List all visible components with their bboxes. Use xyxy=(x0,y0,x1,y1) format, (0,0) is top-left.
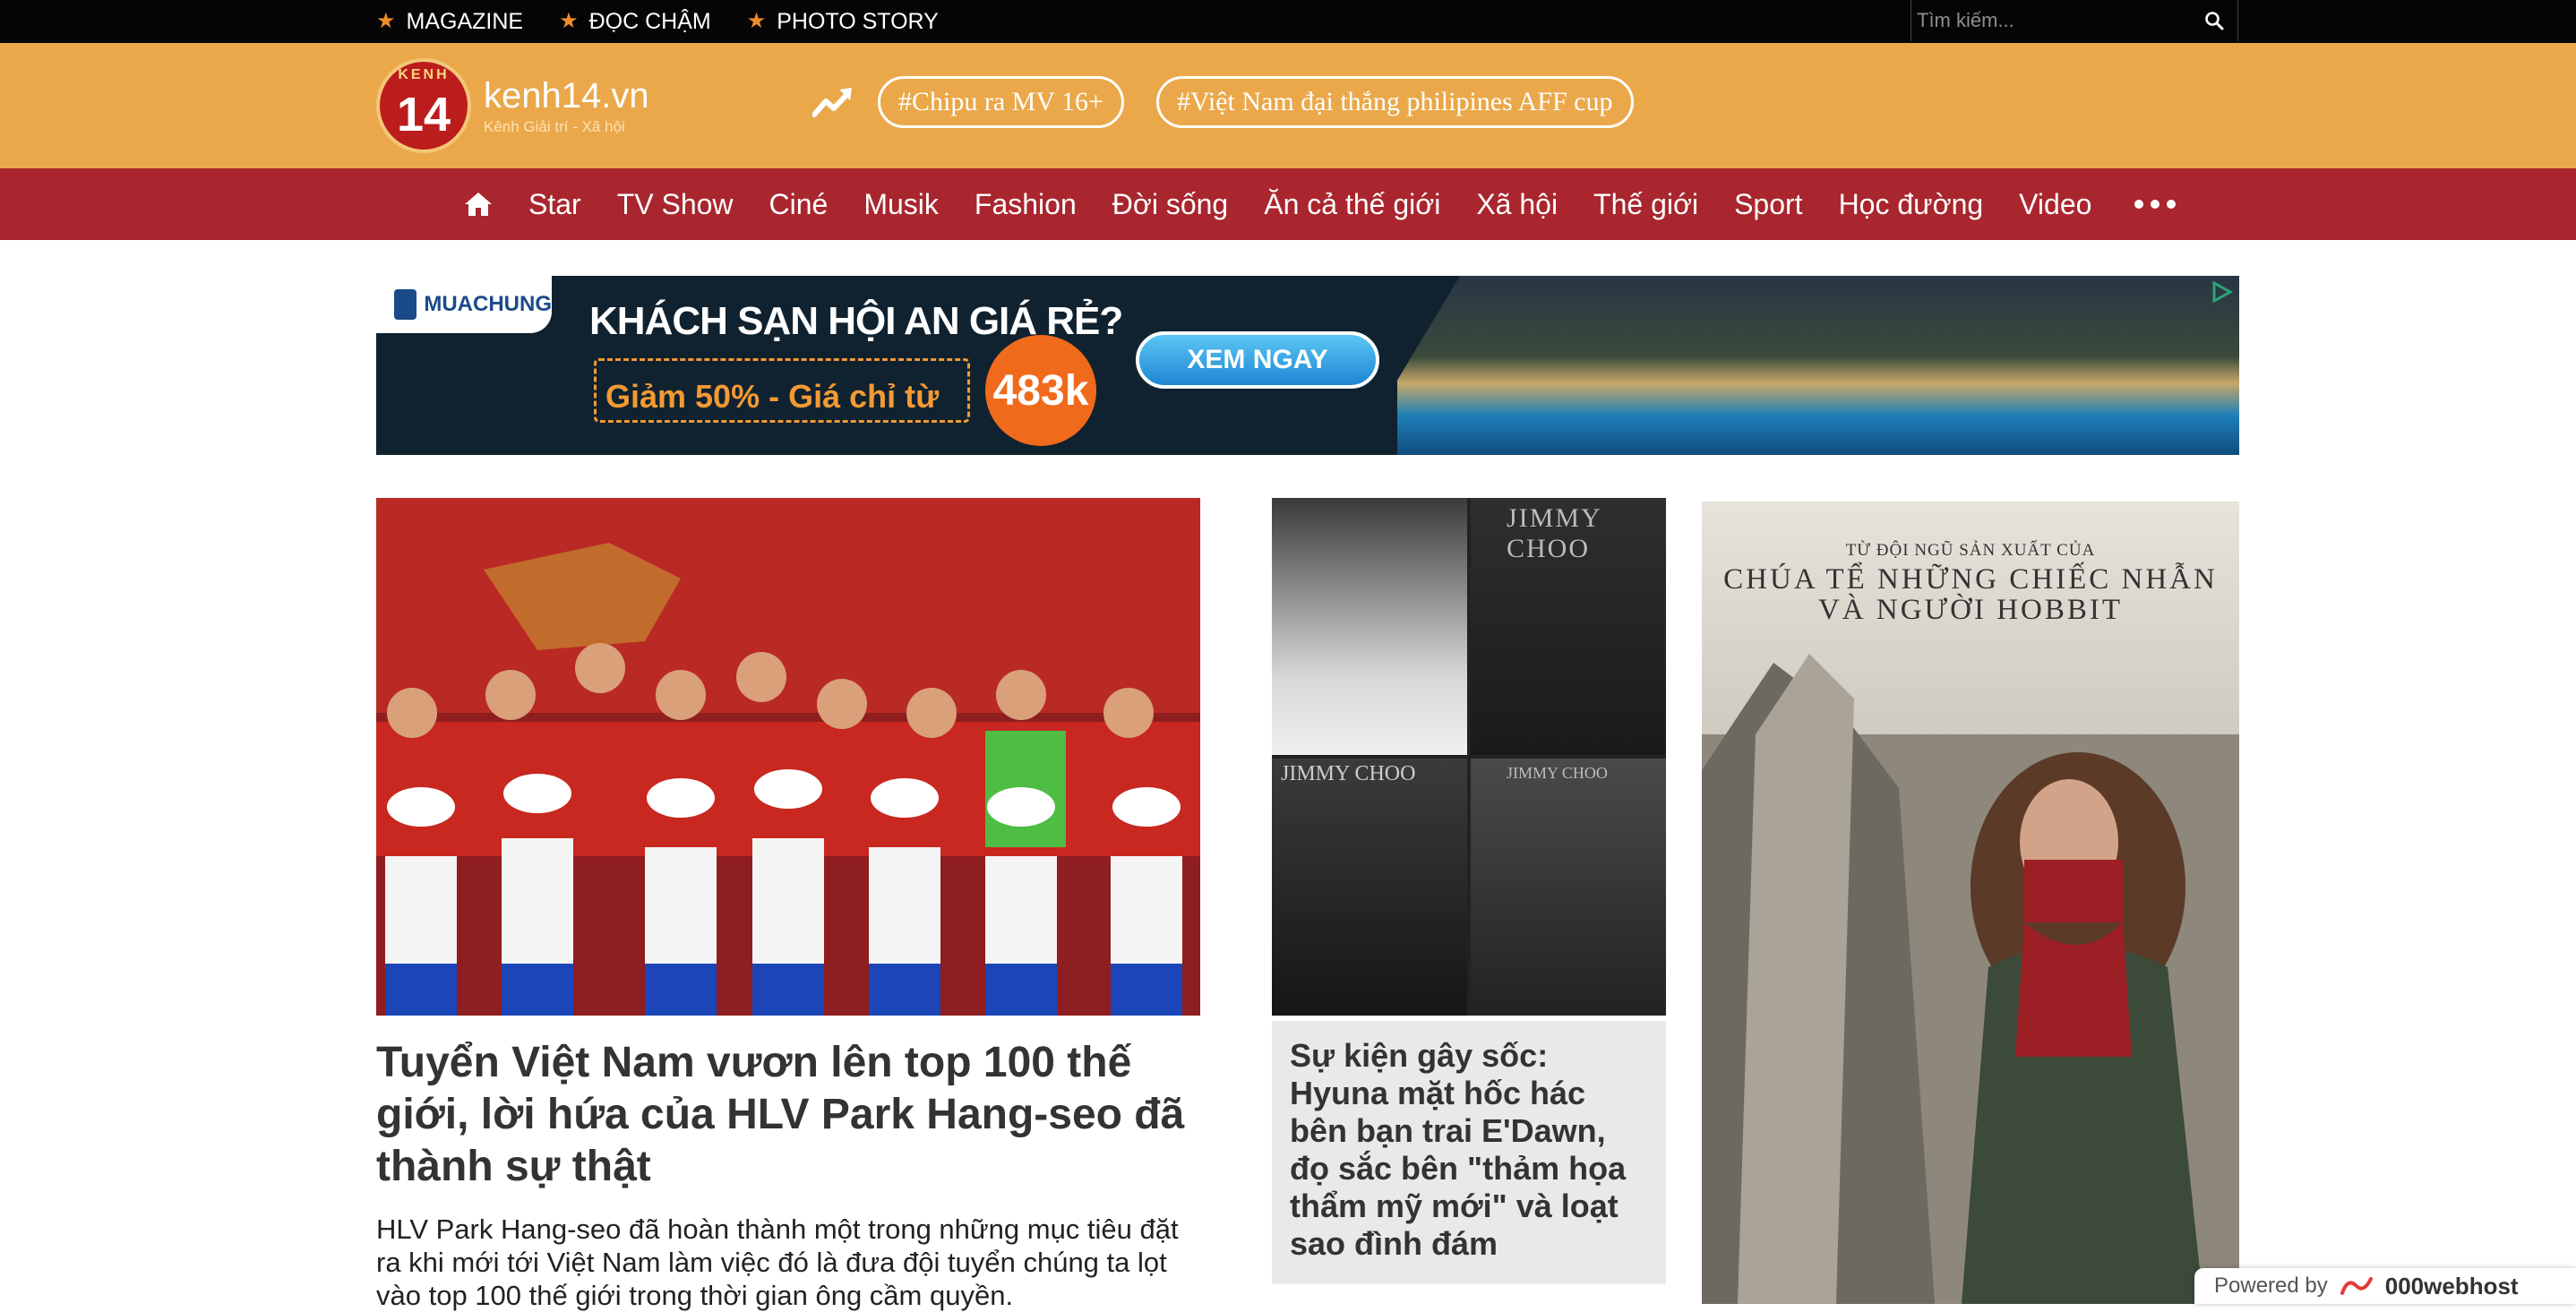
team-photo xyxy=(376,498,1200,1016)
poster-movie-line2: VÀ NGƯỜI HOBBIT xyxy=(1817,594,2124,626)
search-box xyxy=(1911,0,2238,41)
nav-item-hoc-duong[interactable]: Học đường xyxy=(1839,188,1984,221)
poster-movie-title: CHÚA TỂ NHỮNG CHIẾC NHẪN VÀ NGƯỜI HOBBIT xyxy=(1702,564,2239,625)
search-input[interactable] xyxy=(1911,8,2187,33)
nav-item-tv-show[interactable]: TV Show xyxy=(617,188,734,221)
ad-brand-box: MUACHUNG xyxy=(376,276,552,333)
trending-icon xyxy=(812,88,852,117)
top-link-photo-story[interactable]: ★ PHOTO STORY xyxy=(747,9,939,35)
ad-cta-button[interactable]: XEM NGAY xyxy=(1136,331,1379,389)
side-story-image[interactable]: JIMMY CHOO JIMMY CHOO JIMMY CHOO xyxy=(1272,498,1666,1016)
nav-item-xa-hoi[interactable]: Xã hội xyxy=(1476,188,1558,221)
logo-badge: KENH 14 xyxy=(376,58,471,153)
nav-item-star[interactable]: Star xyxy=(528,188,581,221)
more-icon[interactable] xyxy=(2134,200,2177,209)
top-link-label: ĐỌC CHẬM xyxy=(588,8,711,34)
star-icon: ★ xyxy=(376,9,396,33)
hotel-pool-photo xyxy=(1397,276,2239,455)
logo-badge-number: 14 xyxy=(396,88,451,141)
nav-item-an-ca-the-gioi[interactable]: Ăn cả thế giới xyxy=(1264,188,1440,221)
main-story-image[interactable] xyxy=(376,498,1200,1016)
nav-item-musik[interactable]: Musik xyxy=(863,188,939,221)
top-links: ★ MAGAZINE ★ ĐỌC CHẬM ★ PHOTO STORY xyxy=(376,0,939,43)
adchoices-icon[interactable] xyxy=(2209,279,2234,304)
powered-by-badge[interactable]: Powered by 000webhost xyxy=(2194,1268,2576,1304)
nav-item-doi-song[interactable]: Đời sống xyxy=(1112,188,1228,221)
trending-tag-chipu[interactable]: #Chipu ra MV 16+ xyxy=(878,76,1124,128)
side-story-caption[interactable]: Sự kiện gây sốc: Hyuna mặt hốc hác bên b… xyxy=(1272,1021,1666,1284)
top-bar: ★ MAGAZINE ★ ĐỌC CHẬM ★ PHOTO STORY xyxy=(0,0,2576,43)
photo-backdrop-text: JIMMY CHOO xyxy=(1281,762,1416,785)
host-name: 000webhost xyxy=(2384,1272,2519,1299)
photo-quad: JIMMY CHOO xyxy=(1272,759,1467,1016)
side-story-title: Sự kiện gây sốc: Hyuna mặt hốc hác bên b… xyxy=(1290,1037,1627,1262)
photo-backdrop-text: JIMMY CHOO xyxy=(1507,503,1601,563)
search-icon[interactable] xyxy=(2203,10,2225,31)
movie-poster-ad[interactable]: TỪ ĐỘI NGŨ SẢN XUẤT CỦA CHÚA TỂ NHỮNG CH… xyxy=(1702,502,2239,1304)
star-icon: ★ xyxy=(559,9,579,33)
ad-price-badge: 483k xyxy=(985,335,1096,446)
nav-items: Star TV Show Ciné Musik Fashion Đời sống… xyxy=(528,168,2177,240)
photo-backdrop-text: JIMMY CHOO xyxy=(1507,764,1608,782)
poster-tagline: TỪ ĐỘI NGŨ SẢN XUẤT CỦA xyxy=(1845,541,2096,560)
photo-quad: JIMMY CHOO xyxy=(1471,759,1666,1016)
nav-item-the-gioi[interactable]: Thế giới xyxy=(1593,188,1698,221)
logo-tagline: Kênh Giải trí - Xã hội xyxy=(484,117,625,135)
photo-quad: JIMMY CHOO xyxy=(1471,498,1666,755)
top-link-label: PHOTO STORY xyxy=(777,8,939,34)
nav-item-fashion[interactable]: Fashion xyxy=(975,188,1077,221)
top-link-magazine[interactable]: ★ MAGAZINE xyxy=(376,9,523,35)
top-link-doc-cham[interactable]: ★ ĐỌC CHẬM xyxy=(559,9,711,35)
star-icon: ★ xyxy=(746,9,767,33)
poster-movie-line1: CHÚA TỂ NHỮNG CHIẾC NHẪN xyxy=(1723,563,2218,596)
nav-item-sport[interactable]: Sport xyxy=(1734,188,1802,221)
photo-quad xyxy=(1272,498,1467,755)
ad-banner[interactable]: MUACHUNG KHÁCH SẠN HỘI AN GIÁ RẺ? Giảm 5… xyxy=(376,276,2239,455)
ad-promo-text: Giảm 50% - Giá chỉ từ xyxy=(605,378,940,415)
trending-tag-aff-cup[interactable]: #Việt Nam đại thắng philipines AFF cup xyxy=(1156,76,1634,128)
main-story-summary: HLV Park Hang-seo đã hoàn thành một tron… xyxy=(376,1213,1179,1311)
site-logo[interactable]: KENH 14 kenh14.vn Kênh Giải trí - Xã hội xyxy=(376,56,654,156)
powered-by-label: Powered by xyxy=(2214,1273,2328,1298)
logo-badge-top: KENH xyxy=(398,67,450,82)
ad-brand: MUACHUNG xyxy=(424,292,552,316)
site-header: KENH 14 kenh14.vn Kênh Giải trí - Xã hội… xyxy=(0,43,2576,168)
logo-name: kenh14.vn xyxy=(484,75,649,116)
logo-text: kenh14.vn Kênh Giải trí - Xã hội xyxy=(484,76,649,136)
main-story-title[interactable]: Tuyển Việt Nam vươn lên top 100 thế giới… xyxy=(376,1037,1218,1193)
nav-item-video[interactable]: Video xyxy=(2019,188,2091,221)
muachung-logo-icon xyxy=(394,289,417,320)
webhost-logo-icon xyxy=(2340,1277,2373,1295)
home-icon[interactable] xyxy=(464,190,493,219)
top-link-label: MAGAZINE xyxy=(406,8,524,34)
nav-item-cine[interactable]: Ciné xyxy=(769,188,829,221)
main-nav: Star TV Show Ciné Musik Fashion Đời sống… xyxy=(0,168,2576,240)
